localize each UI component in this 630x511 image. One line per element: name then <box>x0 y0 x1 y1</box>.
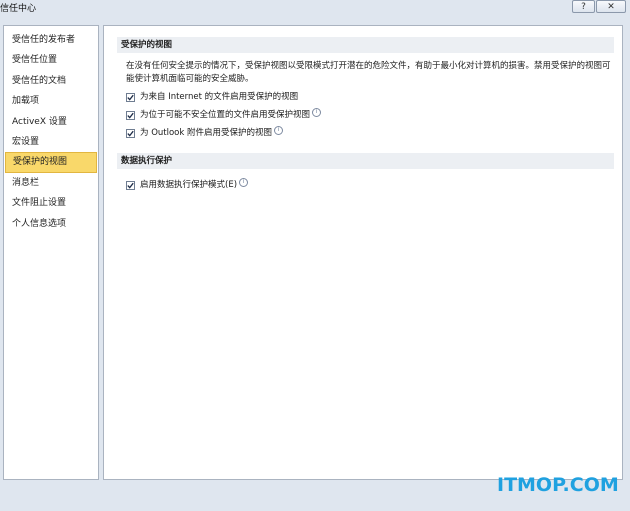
title-bar: 信任中心 ? ✕ <box>0 0 630 14</box>
sidebar-item-label: 受信任的发布者 <box>12 35 76 45</box>
protected-view-section-header: 受保护的视图 <box>117 37 614 53</box>
checkbox-unsafe-locations[interactable] <box>126 111 135 120</box>
dep-section-header: 数据执行保护 <box>117 153 614 169</box>
close-button[interactable]: ✕ <box>596 0 626 13</box>
help-button[interactable]: ? <box>572 0 595 13</box>
sidebar-item-label: ActiveX 设置 <box>12 116 67 127</box>
option-label: 启用数据执行保护模式(E) <box>140 180 238 190</box>
sidebar-item-trusted-publishers[interactable]: 受信任的发布者 <box>4 30 98 50</box>
category-list: 受信任的发布者 受信任位置 受信任的文档 加载项 ActiveX 设置 宏设置 … <box>4 26 98 234</box>
sidebar-item-protected-view[interactable]: 受保护的视图 <box>5 152 97 173</box>
info-icon[interactable]: i <box>274 126 284 135</box>
sidebar-item-label: 受保护的视图 <box>13 157 68 168</box>
sidebar-item-message-bar[interactable]: 消息栏 <box>4 173 98 193</box>
protected-view-description: 在没有任何安全提示的情况下，受保护视图以受限模式打开潜在的危险文件，有助于最小化… <box>126 61 611 84</box>
sidebar-item-label: 个人信息选项 <box>12 218 67 229</box>
sidebar-item-label: 受信任的文档 <box>12 75 67 86</box>
checkmark-icon <box>127 182 134 189</box>
sidebar-item-macro-settings[interactable]: 宏设置 <box>4 132 98 152</box>
window-title: 信任中心 <box>0 4 37 14</box>
checkmark-icon <box>127 130 134 137</box>
checkbox-internet-files[interactable] <box>126 93 135 102</box>
option-internet-files[interactable]: 为来自 Internet 的文件启用受保护的视图 <box>126 91 298 104</box>
category-sidebar: 受信任的发布者 受信任位置 受信任的文档 加载项 ActiveX 设置 宏设置 … <box>3 25 99 480</box>
option-outlook-attachments[interactable]: 为 Outlook 附件启用受保护的视图 i <box>126 126 284 140</box>
option-label: 为位于可能不安全位置的文件启用受保护视图 <box>140 110 311 120</box>
checkbox-outlook-attachments[interactable] <box>126 129 135 138</box>
close-icon: ✕ <box>607 1 615 12</box>
sidebar-item-add-ins[interactable]: 加载项 <box>4 91 98 111</box>
sidebar-item-activex-settings[interactable]: ActiveX 设置 <box>4 112 98 132</box>
checkmark-icon <box>127 94 134 101</box>
checkbox-enable-dep[interactable] <box>126 181 135 190</box>
watermark-logo: ITMOP.COM <box>497 474 619 496</box>
sidebar-item-label: 文件阻止设置 <box>12 198 67 209</box>
sidebar-item-label: 消息栏 <box>12 177 40 188</box>
sidebar-item-trusted-locations[interactable]: 受信任位置 <box>4 50 98 70</box>
sidebar-item-label: 受信任位置 <box>12 55 58 66</box>
option-enable-dep[interactable]: 启用数据执行保护模式(E) i <box>126 178 249 192</box>
info-icon[interactable]: i <box>312 108 322 117</box>
help-icon: ? <box>581 1 586 12</box>
option-label: 为来自 Internet 的文件启用受保护的视图 <box>140 92 299 102</box>
sidebar-item-label: 加载项 <box>12 96 40 107</box>
sidebar-item-trusted-documents[interactable]: 受信任的文档 <box>4 71 98 91</box>
option-label: 为 Outlook 附件启用受保护的视图 <box>140 128 273 138</box>
sidebar-item-file-block-settings[interactable]: 文件阻止设置 <box>4 193 98 213</box>
info-icon[interactable]: i <box>239 178 249 187</box>
sidebar-item-label: 宏设置 <box>12 136 40 147</box>
option-unsafe-locations[interactable]: 为位于可能不安全位置的文件启用受保护视图 i <box>126 108 322 122</box>
settings-panel: 受保护的视图 在没有任何安全提示的情况下，受保护视图以受限模式打开潜在的危险文件… <box>103 25 623 480</box>
checkmark-icon <box>127 112 134 119</box>
sidebar-item-privacy-options[interactable]: 个人信息选项 <box>4 214 98 234</box>
trust-center-window: 信任中心 ? ✕ 受信任的发布者 受信任位置 受信任的文档 加载项 Active… <box>0 0 630 511</box>
